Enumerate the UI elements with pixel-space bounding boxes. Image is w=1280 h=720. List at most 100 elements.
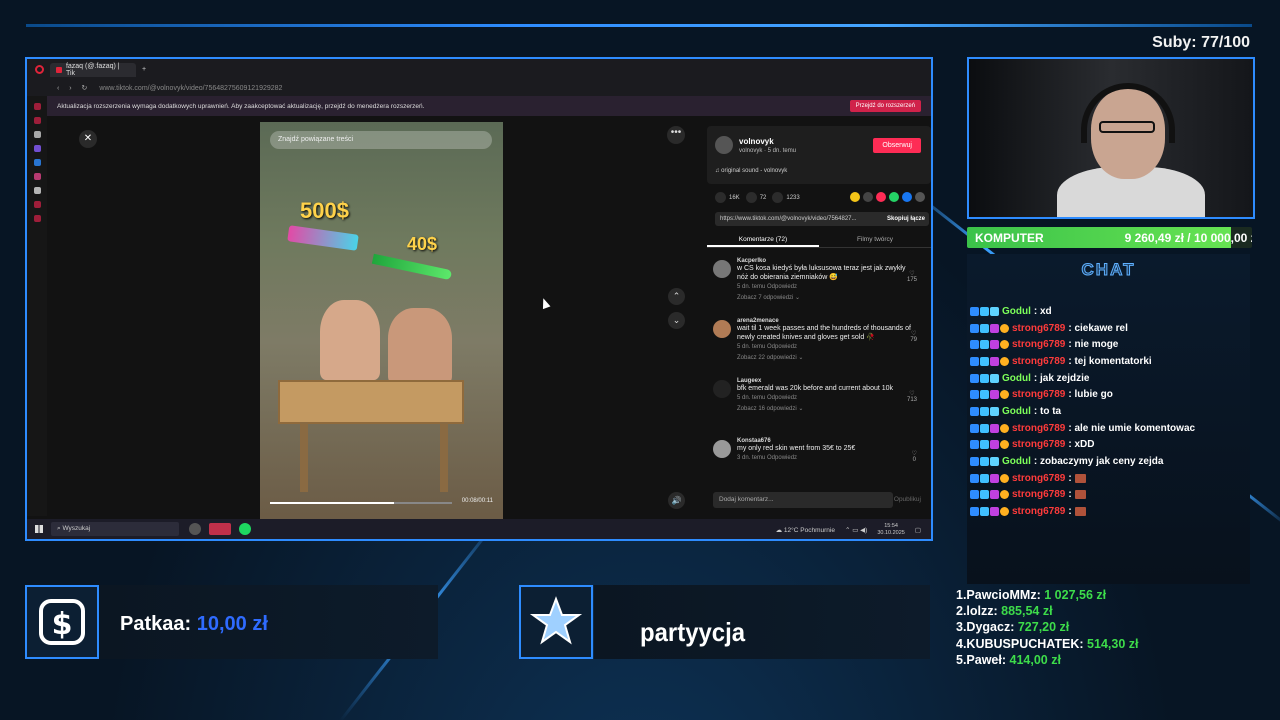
facebook-icon[interactable] — [902, 192, 912, 202]
badge-icon — [1000, 390, 1009, 400]
like-button[interactable]: 16K — [715, 192, 740, 203]
comment-user[interactable]: Konstaa676 — [737, 436, 931, 444]
top-donor-name: 2.lolzz: — [956, 604, 998, 619]
dollar-icon: $ — [39, 599, 85, 645]
video-url-box[interactable]: https://www.tiktok.com/@volnovyk/video/7… — [715, 212, 929, 226]
chat-username[interactable]: Godul — [1002, 406, 1031, 417]
sidebar-app-icon[interactable] — [33, 117, 41, 124]
avatar[interactable] — [713, 320, 731, 338]
comment-like-button[interactable]: ♡ 79 — [910, 330, 917, 343]
follow-button[interactable]: Obserwuj — [873, 138, 921, 153]
comment-meta[interactable]: 5 dn. temu Odpowiedz — [737, 344, 931, 350]
chevron-up-icon[interactable]: ⌃ — [668, 288, 685, 305]
whatsapp-icon[interactable] — [889, 192, 899, 202]
copy-link-button[interactable]: Skopiuj łącze — [887, 216, 925, 222]
chat-username[interactable]: strong6789 — [1012, 439, 1065, 450]
chat-username[interactable]: strong6789 — [1012, 339, 1065, 350]
windows-start-icon[interactable] — [35, 525, 43, 533]
embed-icon[interactable] — [863, 192, 873, 202]
more-options-icon[interactable]: ••• — [667, 126, 685, 144]
clock[interactable]: 15:54 30.10.2025 — [877, 523, 905, 537]
chevron-down-icon[interactable]: ⌄ — [668, 312, 685, 329]
avatar[interactable] — [715, 136, 733, 154]
sidebar-app-icon[interactable] — [33, 159, 41, 166]
video-player[interactable]: Znajdź powiązane treści 500$ 40$ 00:08/0… — [260, 122, 503, 522]
comment-like-button[interactable]: ♡ 0 — [912, 450, 917, 463]
sound-link[interactable]: ♫ original sound - volnovyk — [715, 168, 787, 174]
comment-button[interactable]: 72 — [745, 192, 766, 203]
video-progress-bar[interactable] — [270, 502, 452, 504]
volume-icon[interactable]: 🔊 — [668, 492, 685, 509]
chat-username[interactable]: strong6789 — [1012, 356, 1065, 367]
comment-like-button[interactable]: ♡ 175 — [907, 270, 917, 283]
chat-username[interactable]: Godul — [1002, 306, 1031, 317]
chat-username[interactable]: strong6789 — [1012, 506, 1065, 517]
webcam-frame — [967, 57, 1255, 219]
tray-icons[interactable]: ⌃ ▭ ◀) — [845, 526, 867, 534]
nav-arrows-icon[interactable]: ‹ › ↻ — [57, 84, 91, 92]
new-tab-icon[interactable]: + — [142, 66, 146, 73]
notifications-icon[interactable]: ▢ — [915, 526, 921, 534]
share-arrow-icon[interactable] — [915, 192, 925, 202]
comment-like-button[interactable]: ♡ 713 — [907, 390, 917, 403]
badge-icon — [970, 440, 979, 450]
sidebar-app-icon[interactable] — [33, 103, 41, 110]
chat-username[interactable]: strong6789 — [1012, 473, 1065, 484]
emoji-share-icon[interactable] — [850, 192, 860, 202]
comment-user[interactable]: Kacperlko — [737, 256, 931, 264]
chat-message: Godul: to ta — [970, 403, 1250, 420]
comment-meta[interactable]: 5 dn. temu Odpowiedz — [737, 395, 931, 401]
sidebar-app-icon[interactable] — [33, 131, 41, 138]
chat-username[interactable]: strong6789 — [1012, 323, 1065, 334]
comment-meta[interactable]: 3 dn. temu Odpowiedz — [737, 455, 931, 461]
sound-name: original sound - volnovyk — [721, 168, 788, 174]
view-replies-link[interactable]: Zobacz 22 odpowiedzi ⌄ — [737, 354, 931, 361]
author-name[interactable]: volnovyk — [739, 137, 774, 146]
send-icon[interactable] — [876, 192, 886, 202]
add-comment-input[interactable]: Dodaj komentarz... — [713, 492, 893, 508]
chat-username[interactable]: strong6789 — [1012, 389, 1065, 400]
weather-widget[interactable]: ☁ 12°C Pochmurnie — [776, 526, 835, 534]
close-icon[interactable]: ✕ — [79, 130, 97, 148]
view-replies-link[interactable]: Zobacz 16 odpowiedzi ⌄ — [737, 405, 931, 412]
comment-item: Laugeex bfk emerald was 20k before and cu… — [707, 376, 931, 436]
post-comment-button[interactable]: Opublikuj — [894, 496, 921, 503]
avatar[interactable] — [713, 380, 731, 398]
opera-taskbar-icon[interactable] — [209, 523, 231, 535]
chat-message: strong6789: — [970, 503, 1250, 520]
sidebar-app-icon[interactable] — [33, 215, 41, 222]
chat-username[interactable]: strong6789 — [1012, 423, 1065, 434]
chat-username[interactable]: strong6789 — [1012, 489, 1065, 500]
taskview-icon[interactable] — [189, 523, 201, 535]
badge-icon — [980, 473, 989, 483]
chat-username[interactable]: Godul — [1002, 456, 1031, 467]
badge-icon — [990, 473, 999, 483]
sidebar-app-icon[interactable] — [33, 145, 41, 152]
taskbar-search[interactable]: ⌕ Wyszukaj — [51, 522, 179, 536]
chat-message: strong6789: ciekawe rel — [970, 320, 1250, 337]
comment-user[interactable]: Laugeex — [737, 376, 931, 384]
view-replies-link[interactable]: Zobacz 7 odpowiedzi ⌄ — [737, 294, 931, 301]
goto-extensions-button[interactable]: Przejdź do rozszerzeń — [849, 100, 921, 112]
tab-creator-videos[interactable]: Filmy twórcy — [819, 232, 931, 247]
taskbar-apps — [189, 523, 251, 535]
chat-username[interactable]: Godul — [1002, 373, 1031, 384]
comment-user[interactable]: arena2menace — [737, 316, 931, 324]
avatar[interactable] — [713, 440, 731, 458]
top-donor-row: 3.Dygacz: 727,20 zł — [956, 619, 1138, 635]
chat-message: strong6789: — [970, 487, 1250, 504]
sidebar-app-icon[interactable] — [33, 187, 41, 194]
sidebar-app-icon[interactable] — [33, 173, 41, 180]
browser-tab[interactable]: fazaq (@.fazaq) | Tik — [50, 62, 136, 77]
related-search-input[interactable]: Znajdź powiązane treści — [270, 131, 492, 149]
comment-meta[interactable]: 5 dn. temu Odpowiedz — [737, 284, 931, 290]
spotify-icon[interactable] — [239, 523, 251, 535]
avatar[interactable] — [713, 260, 731, 278]
address-url[interactable]: www.tiktok.com/@volnovyk/video/756482756… — [99, 85, 282, 92]
comment-text: my only red skin went from 35€ to 25€ — [737, 445, 856, 452]
address-bar[interactable]: ‹ › ↻ www.tiktok.com/@volnovyk/video/756… — [27, 80, 931, 96]
save-button[interactable]: 1233 — [772, 192, 800, 203]
opera-logo-icon[interactable] — [35, 65, 44, 74]
sidebar-app-icon[interactable] — [33, 201, 41, 208]
tab-comments[interactable]: Komentarze (72) — [707, 232, 819, 247]
